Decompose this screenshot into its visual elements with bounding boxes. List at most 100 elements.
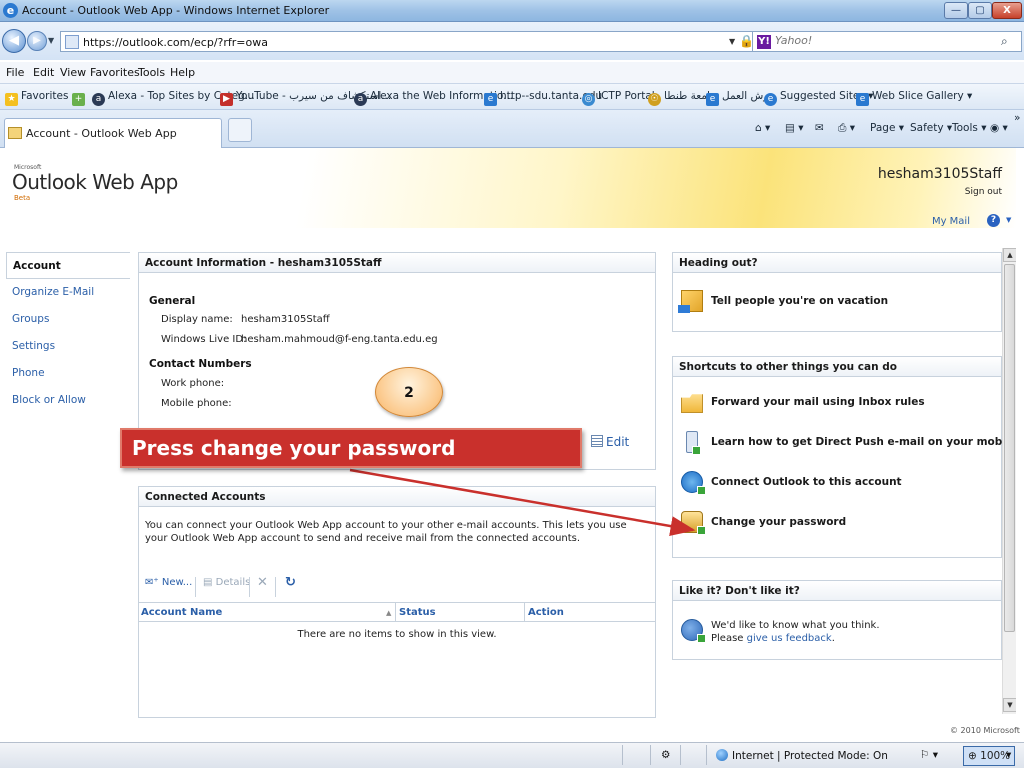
nav-groups[interactable]: Groups	[6, 306, 130, 333]
favorite-link[interactable]: ◎ ICTP Portal	[582, 90, 655, 106]
go-arrow-icon	[697, 526, 706, 535]
sign-out-link[interactable]: Sign out	[930, 187, 1002, 197]
security-zone[interactable]: Internet | Protected Mode: On	[716, 749, 888, 762]
nav-block-or-allow[interactable]: Block or Allow	[6, 387, 130, 414]
page-icon	[65, 35, 79, 49]
status-separator	[680, 745, 681, 765]
search-input[interactable]	[775, 34, 995, 47]
new-tab-button[interactable]	[228, 118, 252, 142]
menu-edit[interactable]: Edit	[33, 66, 54, 79]
mobile-phone-icon	[686, 431, 701, 455]
tools-menu[interactable]: Tools ▾	[952, 122, 986, 134]
zoom-icon: ⊕	[968, 750, 981, 762]
shortcut-label: Forward your mail using Inbox rules	[711, 396, 925, 408]
scroll-thumb[interactable]	[1004, 264, 1015, 632]
scroll-down-icon[interactable]: ▼	[1003, 698, 1016, 712]
menu-view[interactable]: View	[60, 66, 86, 79]
logo-name: Outlook Web App	[12, 170, 178, 194]
key-icon	[681, 511, 706, 535]
tab-account-outlook[interactable]: Account - Outlook Web App	[4, 118, 222, 148]
panel-title: Like it? Don't like it?	[673, 581, 1001, 601]
direct-push-link[interactable]: Learn how to get Direct Push e-mail on y…	[681, 431, 1016, 455]
nav-phone[interactable]: Phone	[6, 360, 130, 387]
search-icon[interactable]: ⌕	[1001, 34, 1008, 49]
column-account-name[interactable]: Account Name	[141, 607, 222, 618]
toolbar-separator	[249, 577, 250, 597]
favorites-bar: ★ Favorites + a Alexa - Top Sites by Categ…	[0, 84, 1024, 110]
feeds-icon[interactable]: ▤ ▾	[785, 122, 804, 134]
feedback-icon-wrap	[681, 619, 711, 643]
edit-button[interactable]: Edit	[591, 435, 629, 449]
panel-title: Account Information - hesham3105Staff	[139, 253, 655, 273]
nav-account[interactable]: Account	[6, 252, 130, 279]
windows-live-id-label: Windows Live ID:	[161, 334, 247, 345]
help-dropdown-icon[interactable]: ▼	[1006, 216, 1011, 224]
details-button[interactable]: ▤ Details	[203, 577, 250, 588]
vacation-icon	[678, 290, 703, 313]
nav-settings[interactable]: Settings	[6, 333, 130, 360]
column-status[interactable]: Status	[399, 607, 436, 618]
nav-organize-email[interactable]: Organize E-Mail	[6, 279, 130, 306]
minimize-button[interactable]: —	[944, 2, 968, 19]
menu-favorites[interactable]: Favorites	[90, 66, 140, 79]
favorites-button[interactable]: ★ Favorites	[5, 90, 68, 106]
home-icon[interactable]: ⌂ ▾	[755, 122, 770, 134]
print-icon[interactable]: ⎙ ▾	[838, 122, 855, 135]
close-window-button[interactable]: X	[992, 2, 1022, 19]
instruction-callout: Press change your password	[120, 428, 582, 468]
menu-tools[interactable]: Tools	[138, 66, 165, 79]
connect-outlook-link[interactable]: Connect Outlook to this account	[681, 471, 902, 495]
pop-up-blocker-icon[interactable]: ⚐ ▾	[920, 749, 938, 761]
column-separator	[524, 603, 525, 622]
people-feedback-icon	[681, 619, 706, 643]
web-slice-gallery-button[interactable]: e Web Slice Gallery ▾	[856, 90, 972, 106]
forward-button[interactable]: ▶	[27, 31, 47, 51]
address-toolbar: ◀ ▶ ▼ https://outlook.com/ecp/?rfr=owa ▼…	[0, 22, 1024, 60]
panel-title: Shortcuts to other things you can do	[673, 357, 1001, 377]
url-text[interactable]: https://outlook.com/ecp/?rfr=owa	[83, 36, 268, 49]
display-name-value: hesham3105Staff	[241, 314, 330, 325]
vacation-link[interactable]: Tell people you're on vacation	[678, 290, 888, 313]
inbox-rules-link[interactable]: Forward your mail using Inbox rules	[681, 391, 925, 413]
step-number-badge: 2	[375, 367, 443, 417]
delete-icon[interactable]: ✕	[257, 575, 268, 590]
section-general: General	[149, 295, 196, 307]
page-scrollbar[interactable]: ▲ ▼	[1002, 248, 1016, 714]
panel-title: Heading out?	[673, 253, 1001, 273]
zoom-dropdown-icon[interactable]: ▾	[1006, 749, 1011, 761]
refresh-icon[interactable]: ↻	[285, 575, 296, 590]
column-action[interactable]: Action	[528, 607, 564, 618]
ie-page-icon: e	[706, 93, 719, 106]
section-contact-numbers: Contact Numbers	[149, 358, 252, 370]
search-box[interactable]: Y! ⌕	[752, 31, 1022, 52]
page-menu[interactable]: Page ▾	[870, 122, 904, 134]
back-button[interactable]: ◀	[2, 29, 26, 53]
give-feedback-link[interactable]: give us feedback	[747, 633, 832, 644]
menu-help[interactable]: Help	[170, 66, 195, 79]
address-bar[interactable]: https://outlook.com/ecp/?rfr=owa ▼ 🔒 ⇆ ✕	[60, 31, 790, 52]
change-password-link[interactable]: Change your password	[681, 511, 846, 535]
menu-bar: File Edit View Favorites Tools Help	[0, 62, 1024, 84]
help-icon[interactable]: ?	[987, 214, 1000, 227]
heading-out-panel: Heading out? Tell people you're on vacat…	[672, 252, 1002, 332]
more-commands-icon[interactable]: »	[1014, 112, 1020, 124]
recent-pages-dropdown-icon[interactable]: ▼	[48, 36, 54, 45]
scroll-up-icon[interactable]: ▲	[1003, 248, 1016, 262]
help-menu-icon[interactable]: ◉ ▾	[990, 122, 1008, 134]
yahoo-icon: Y!	[757, 35, 771, 49]
toolbar-separator	[195, 577, 196, 597]
add-favorite-button[interactable]: +	[72, 90, 88, 106]
left-navigation: Account Organize E-Mail Groups Settings …	[6, 252, 130, 414]
read-mail-icon[interactable]: ✉	[815, 122, 824, 134]
user-name: hesham3105Staff	[877, 166, 1002, 182]
maximize-button[interactable]: ▢	[968, 2, 992, 19]
new-account-button[interactable]: ✉⁺ New...	[145, 577, 192, 588]
empty-list-message: There are no items to show in this view.	[297, 629, 497, 640]
safety-menu[interactable]: Safety ▾	[910, 122, 952, 134]
my-mail-link[interactable]: My Mail	[900, 216, 970, 227]
work-phone-label: Work phone:	[161, 378, 225, 389]
feedback-line-1: We'd like to know what you think.	[711, 620, 880, 631]
menu-file[interactable]: File	[6, 66, 24, 79]
status-separator	[706, 745, 707, 765]
address-dropdown-icon[interactable]: ▼	[729, 37, 735, 46]
